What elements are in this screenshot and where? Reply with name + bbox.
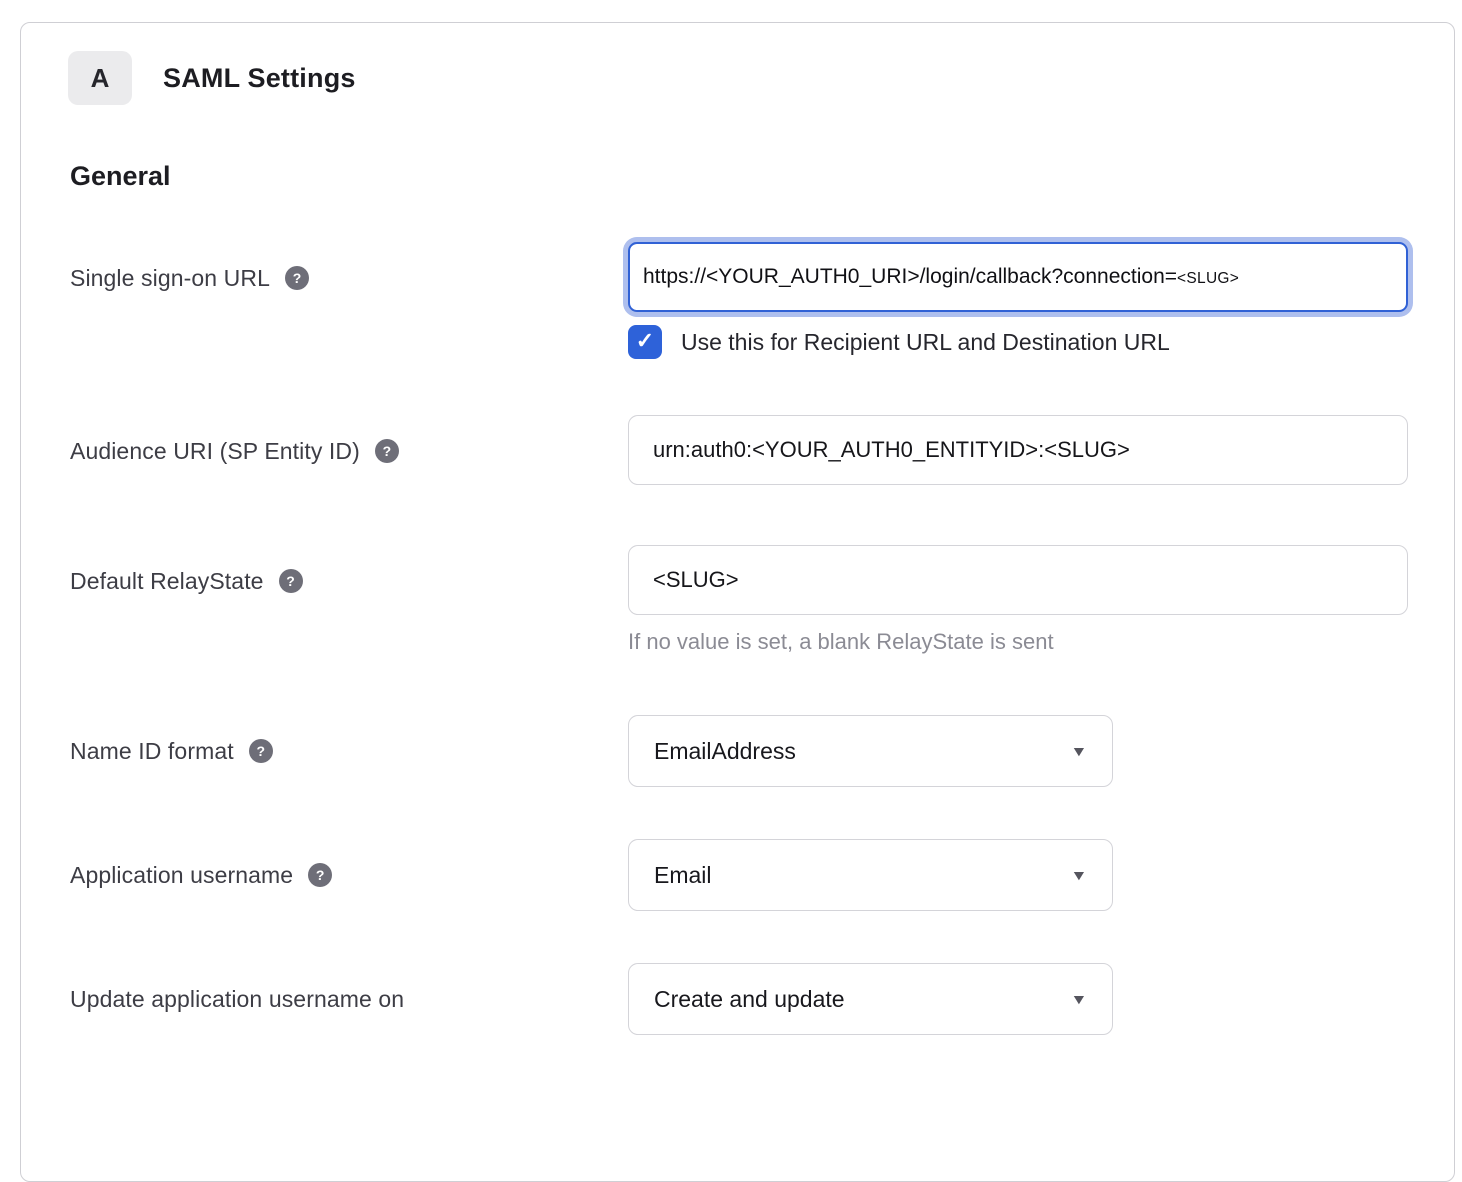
field-row-application-username: Application username ? Email ▼ [70, 839, 1406, 911]
application-username-label: Application username [70, 862, 293, 889]
help-icon[interactable]: ? [308, 863, 332, 887]
page-title: SAML Settings [163, 63, 356, 94]
application-username-select[interactable]: Email ▼ [628, 839, 1113, 911]
chevron-down-icon: ▼ [1070, 867, 1087, 883]
step-a-badge-label: A [91, 63, 110, 94]
sso-url-text: https://<YOUR_AUTH0_URI>/login/callback?… [643, 265, 1177, 288]
default-relaystate-input[interactable] [628, 545, 1408, 615]
section-header: A SAML Settings [68, 51, 1406, 105]
step-a-badge: A [68, 51, 132, 105]
name-id-format-select[interactable]: EmailAddress ▼ [628, 715, 1113, 787]
update-application-username-on-value: Create and update [654, 986, 845, 1013]
relaystate-helper-text: If no value is set, a blank RelayState i… [628, 629, 1408, 655]
sso-url-slug-text: <SLUG> [1177, 270, 1239, 287]
recipient-url-checkbox[interactable]: ✓ [628, 325, 662, 359]
general-section-title: General [70, 161, 1406, 192]
field-row-name-id-format: Name ID format ? EmailAddress ▼ [70, 715, 1406, 787]
update-application-username-on-label: Update application username on [70, 986, 404, 1013]
application-username-value: Email [654, 862, 712, 889]
saml-settings-card: A SAML Settings General Single sign-on U… [20, 22, 1455, 1182]
chevron-down-icon: ▼ [1070, 743, 1087, 759]
name-id-format-value: EmailAddress [654, 738, 796, 765]
update-application-username-on-select[interactable]: Create and update ▼ [628, 963, 1113, 1035]
help-icon[interactable]: ? [249, 739, 273, 763]
single-sign-on-url-label: Single sign-on URL [70, 265, 270, 292]
default-relaystate-label: Default RelayState [70, 568, 264, 595]
field-row-default-relaystate: Default RelayState ? If no value is set,… [70, 545, 1406, 655]
chevron-down-icon: ▼ [1070, 991, 1087, 1007]
checkmark-icon: ✓ [636, 330, 654, 352]
field-row-update-application-username-on: Update application username on Create an… [70, 963, 1406, 1035]
help-icon[interactable]: ? [279, 569, 303, 593]
single-sign-on-url-input[interactable]: https://<YOUR_AUTH0_URI>/login/callback?… [628, 242, 1408, 312]
audience-uri-input[interactable] [628, 415, 1408, 485]
help-icon[interactable]: ? [375, 439, 399, 463]
name-id-format-label: Name ID format [70, 738, 234, 765]
recipient-url-checkbox-row: ✓ Use this for Recipient URL and Destina… [628, 325, 1408, 359]
recipient-url-checkbox-label: Use this for Recipient URL and Destinati… [681, 329, 1170, 356]
field-row-audience-uri: Audience URI (SP Entity ID) ? [70, 415, 1406, 487]
help-icon[interactable]: ? [285, 266, 309, 290]
audience-uri-label: Audience URI (SP Entity ID) [70, 438, 360, 465]
field-row-single-sign-on-url: Single sign-on URL ? https://<YOUR_AUTH0… [70, 242, 1406, 359]
